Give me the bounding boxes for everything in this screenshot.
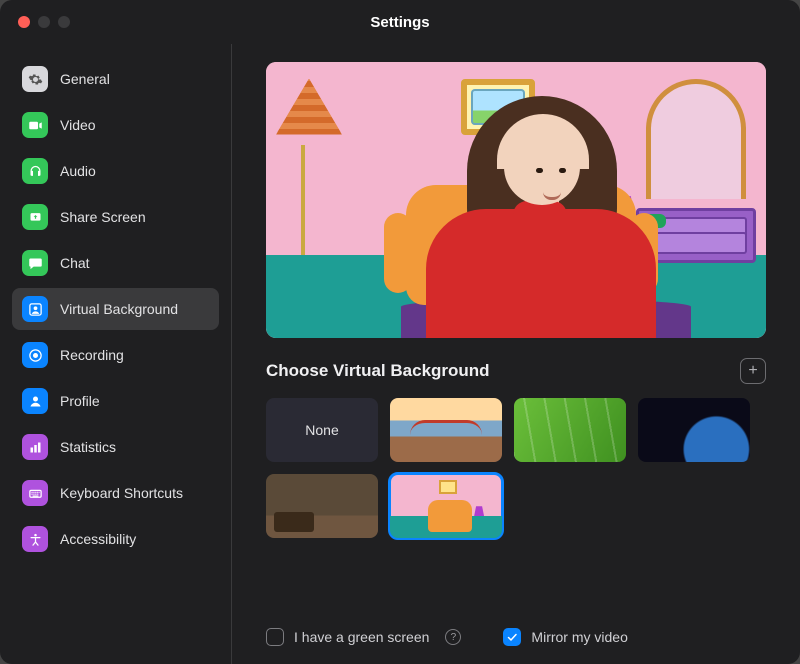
window-body: General Video Audio Share Screen Chat Virtual…	[0, 44, 800, 664]
checkbox-label: Mirror my video	[531, 629, 627, 645]
sidebar-item-access[interactable]: Accessibility	[12, 518, 219, 560]
background-thumb-grass[interactable]	[514, 398, 626, 462]
footer-options: I have a green screen ? Mirror my video	[266, 610, 766, 646]
close-window-button[interactable]	[18, 16, 30, 28]
sidebar-item-label: Profile	[60, 393, 100, 409]
share-icon	[22, 204, 48, 230]
section-title: Choose Virtual Background	[266, 361, 490, 381]
mirror-video-checkbox[interactable]: Mirror my video	[503, 628, 627, 646]
sidebar-item-label: Keyboard Shortcuts	[60, 485, 183, 501]
section-header: Choose Virtual Background +	[266, 358, 766, 384]
green-screen-checkbox[interactable]: I have a green screen ?	[266, 628, 461, 646]
background-thumb-bridge[interactable]	[390, 398, 502, 462]
sidebar-item-recording[interactable]: Recording	[12, 334, 219, 376]
background-thumb-none[interactable]: None	[266, 398, 378, 462]
chat-icon	[22, 250, 48, 276]
add-background-button[interactable]: +	[740, 358, 766, 384]
profile-icon	[22, 388, 48, 414]
background-thumbnails: None	[266, 398, 766, 538]
user-box-icon	[22, 296, 48, 322]
background-thumb-room[interactable]	[390, 474, 502, 538]
sidebar-item-chat[interactable]: Chat	[12, 242, 219, 284]
record-icon	[22, 342, 48, 368]
sidebar-item-label: Chat	[60, 255, 90, 271]
headphones-icon	[22, 158, 48, 184]
minimize-window-button[interactable]	[38, 16, 50, 28]
sidebar-item-label: Statistics	[60, 439, 116, 455]
accessibility-icon	[22, 526, 48, 552]
sidebar-item-audio[interactable]: Audio	[12, 150, 219, 192]
sidebar-item-shortcuts[interactable]: Keyboard Shortcuts	[12, 472, 219, 514]
checkbox-box	[266, 628, 284, 646]
checkbox-label: I have a green screen	[294, 629, 429, 645]
gear-icon	[22, 66, 48, 92]
background-thumb-office[interactable]	[266, 474, 378, 538]
sidebar-item-vbg[interactable]: Virtual Background	[12, 288, 219, 330]
sidebar-item-share[interactable]: Share Screen	[12, 196, 219, 238]
sidebar-item-label: Audio	[60, 163, 96, 179]
sidebar-item-label: Accessibility	[60, 531, 136, 547]
sidebar-item-video[interactable]: Video	[12, 104, 219, 146]
video-preview	[266, 62, 766, 338]
background-thumb-space[interactable]	[638, 398, 750, 462]
thumb-label: None	[305, 422, 338, 438]
settings-main: Choose Virtual Background + None I have …	[232, 44, 800, 664]
sidebar-item-profile[interactable]: Profile	[12, 380, 219, 422]
titlebar: Settings	[0, 0, 800, 44]
preview-person	[426, 108, 656, 338]
keyboard-icon	[22, 480, 48, 506]
settings-window: Settings General Video Audio Share Screen Ch…	[0, 0, 800, 664]
settings-sidebar: General Video Audio Share Screen Chat Virtual…	[0, 44, 232, 664]
plus-icon: +	[748, 362, 757, 380]
sidebar-item-label: General	[60, 71, 110, 87]
video-icon	[22, 112, 48, 138]
window-title: Settings	[370, 14, 429, 31]
stats-icon	[22, 434, 48, 460]
window-controls	[18, 16, 70, 28]
checkbox-box	[503, 628, 521, 646]
sidebar-item-stats[interactable]: Statistics	[12, 426, 219, 468]
sidebar-item-general[interactable]: General	[12, 58, 219, 100]
sidebar-item-label: Virtual Background	[60, 301, 178, 317]
zoom-window-button[interactable]	[58, 16, 70, 28]
sidebar-item-label: Share Screen	[60, 209, 146, 225]
sidebar-item-label: Recording	[60, 347, 124, 363]
sidebar-item-label: Video	[60, 117, 96, 133]
help-icon[interactable]: ?	[445, 629, 461, 645]
